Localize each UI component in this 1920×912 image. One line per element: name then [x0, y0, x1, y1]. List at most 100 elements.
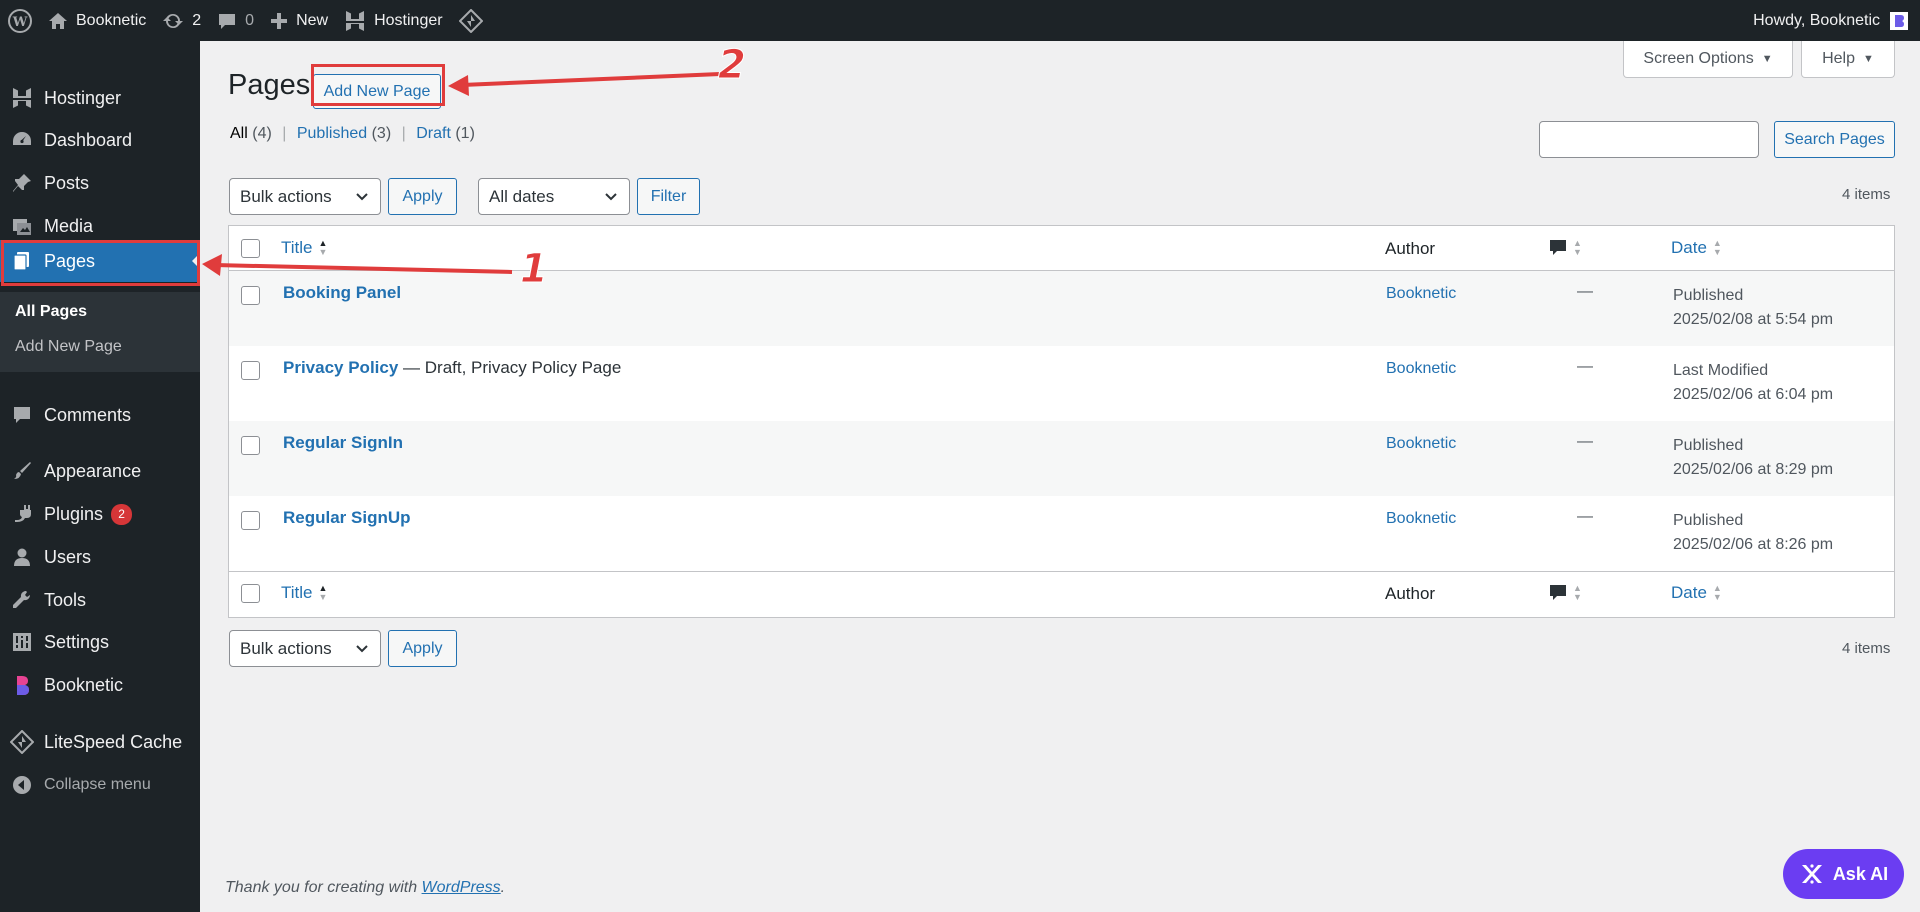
apply-button-bottom[interactable]: Apply — [388, 630, 457, 667]
site-name-button[interactable]: Booknetic — [40, 0, 154, 41]
site-name: Booknetic — [76, 11, 147, 29]
annotation-number-2: 2 — [718, 42, 747, 89]
hostinger-button[interactable]: Hostinger — [336, 0, 450, 41]
select-all-checkbox[interactable] — [241, 239, 260, 258]
litespeed-icon — [10, 730, 34, 754]
main-content: Screen Options ▼ Help ▼ Pages Add New Page… — [200, 41, 1920, 912]
sidebar-item-comments[interactable]: Comments — [0, 394, 200, 436]
page-title-link[interactable]: Regular SignUp — [283, 508, 411, 527]
help-button[interactable]: Help ▼ — [1801, 41, 1895, 78]
select-all-checkbox-footer[interactable] — [241, 584, 260, 603]
bulk-actions-select[interactable]: Bulk actions — [229, 178, 381, 215]
new-label: New — [296, 11, 329, 29]
row-status: Published — [1673, 287, 1744, 304]
wordpress-link[interactable]: WordPress — [422, 879, 501, 896]
caret-down-icon: ▼ — [1863, 53, 1874, 65]
sidebar-item-hostinger[interactable]: Hostinger — [0, 77, 200, 119]
chevron-down-icon — [356, 645, 368, 653]
updates-button[interactable]: 2 — [154, 0, 209, 41]
sidebar-item-plugins[interactable]: Plugins 2 — [0, 493, 200, 535]
caret-down-icon: ▼ — [1761, 53, 1773, 65]
comments-button[interactable]: 0 — [209, 0, 262, 41]
column-comments-sort[interactable]: ▲ ▼ — [1549, 238, 1582, 258]
bulk-actions-select-bottom[interactable]: Bulk actions — [229, 630, 381, 667]
filter-draft[interactable]: Draft — [416, 125, 451, 142]
comment-bubble-icon — [219, 13, 236, 29]
sidebar-item-appearance[interactable]: Appearance — [0, 450, 200, 492]
new-content-button[interactable]: New — [262, 0, 336, 41]
row-checkbox[interactable] — [241, 361, 260, 380]
row-author-link[interactable]: Booknetic — [1386, 285, 1456, 303]
screen-options-button[interactable]: Screen Options ▼ — [1623, 41, 1793, 78]
annotation-box-pages — [1, 240, 200, 286]
litespeed-icon — [458, 8, 483, 33]
row-datetime: 2025/02/06 at 6:04 pm — [1673, 386, 1834, 403]
column-author-label: Author — [1385, 584, 1436, 603]
table-footer: Title ▲ ▼ Author ▲ ▼ Date ▲ ▼ — [229, 571, 1894, 616]
user-icon — [14, 548, 30, 566]
table-row: Regular SignIn Booknetic — Published 2025… — [229, 421, 1894, 496]
separator: | — [282, 125, 287, 142]
help-label: Help — [1822, 50, 1855, 67]
row-author-link[interactable]: Booknetic — [1386, 435, 1456, 453]
sidebar-item-litespeed-cache[interactable]: LiteSpeed Cache — [0, 721, 200, 763]
filter-button[interactable]: Filter — [637, 178, 700, 215]
submenu-all-pages[interactable]: All Pages — [15, 303, 87, 321]
my-account[interactable]: Howdy, Booknetic — [1753, 11, 1920, 30]
booknetic-icon — [17, 676, 29, 695]
pages-table: Title ▲ ▼ Author ▲ ▼ Date ▲ ▼ Booking Panel… — [228, 225, 1895, 618]
column-comments-sort[interactable]: ▲ ▼ — [1549, 583, 1582, 603]
dashboard-icon — [13, 132, 31, 145]
row-author-link[interactable]: Booknetic — [1386, 360, 1456, 378]
row-datetime: 2025/02/06 at 8:29 pm — [1673, 461, 1834, 478]
wordpress-logo-button[interactable]: W — [0, 0, 40, 41]
sidebar-item-label: Users — [44, 546, 92, 567]
collapse-menu-button[interactable]: Collapse menu — [0, 764, 200, 806]
column-date-sort[interactable]: Date ▲ ▼ — [1671, 583, 1722, 603]
dates-filter-value: All dates — [489, 186, 555, 206]
sidebar-item-label: Tools — [44, 589, 87, 610]
sidebar-item-tools[interactable]: Tools — [0, 579, 200, 621]
sidebar-item-label: Plugins — [44, 503, 104, 524]
page-title-link[interactable]: Booking Panel — [283, 283, 401, 302]
row-title: Regular SignIn — [283, 433, 403, 453]
apply-button-top[interactable]: Apply — [388, 178, 457, 215]
filter-all[interactable]: All — [230, 125, 248, 142]
sidebar-item-settings[interactable]: Settings — [0, 621, 200, 663]
row-checkbox[interactable] — [241, 436, 260, 455]
row-checkbox[interactable] — [241, 286, 260, 305]
sort-asc-icon: ▲ ▼ — [318, 238, 328, 257]
hostinger-label: Hostinger — [374, 11, 443, 29]
row-date: Published 2025/02/06 at 8:26 pm — [1673, 509, 1833, 557]
admin-sidebar: Hostinger Dashboard Posts Media Pages Al… — [0, 41, 200, 912]
sidebar-item-users[interactable]: Users — [0, 536, 200, 578]
submenu-add-new-page[interactable]: Add New Page — [15, 338, 122, 356]
column-title-sort[interactable]: Title ▲ ▼ — [281, 583, 327, 603]
footer-text: Thank you for creating with — [225, 879, 422, 896]
filter-published[interactable]: Published — [297, 125, 367, 142]
annotation-number-1: 1 — [520, 246, 549, 293]
row-author-link[interactable]: Booknetic — [1386, 510, 1456, 528]
column-title-sort[interactable]: Title ▲ ▼ — [281, 238, 327, 258]
row-status: Published — [1673, 512, 1744, 529]
bulk-actions-value: Bulk actions — [240, 186, 332, 206]
page-title-link[interactable]: Privacy Policy — [283, 358, 398, 377]
filter-published-count: (3) — [371, 125, 392, 142]
home-icon — [49, 12, 67, 29]
media-icon — [13, 219, 31, 235]
column-title-label: Title — [281, 583, 313, 602]
table-header: Title ▲ ▼ Author ▲ ▼ Date ▲ ▼ — [229, 226, 1894, 271]
sidebar-item-posts[interactable]: Posts — [0, 162, 200, 204]
wordpress-logo-icon: W — [8, 8, 32, 33]
row-checkbox[interactable] — [241, 511, 260, 530]
search-pages-input[interactable] — [1539, 121, 1759, 158]
sidebar-item-label: Dashboard — [44, 129, 133, 150]
sidebar-item-booknetic[interactable]: Booknetic — [0, 664, 200, 706]
page-title-link[interactable]: Regular SignIn — [283, 433, 403, 452]
dates-filter-select[interactable]: All dates — [478, 178, 630, 215]
search-pages-button[interactable]: Search Pages — [1774, 121, 1895, 158]
sidebar-item-dashboard[interactable]: Dashboard — [0, 119, 200, 161]
ask-ai-button[interactable]: Ask AI — [1783, 849, 1904, 899]
litespeed-button[interactable] — [451, 0, 491, 41]
column-date-sort[interactable]: Date ▲ ▼ — [1671, 238, 1722, 258]
